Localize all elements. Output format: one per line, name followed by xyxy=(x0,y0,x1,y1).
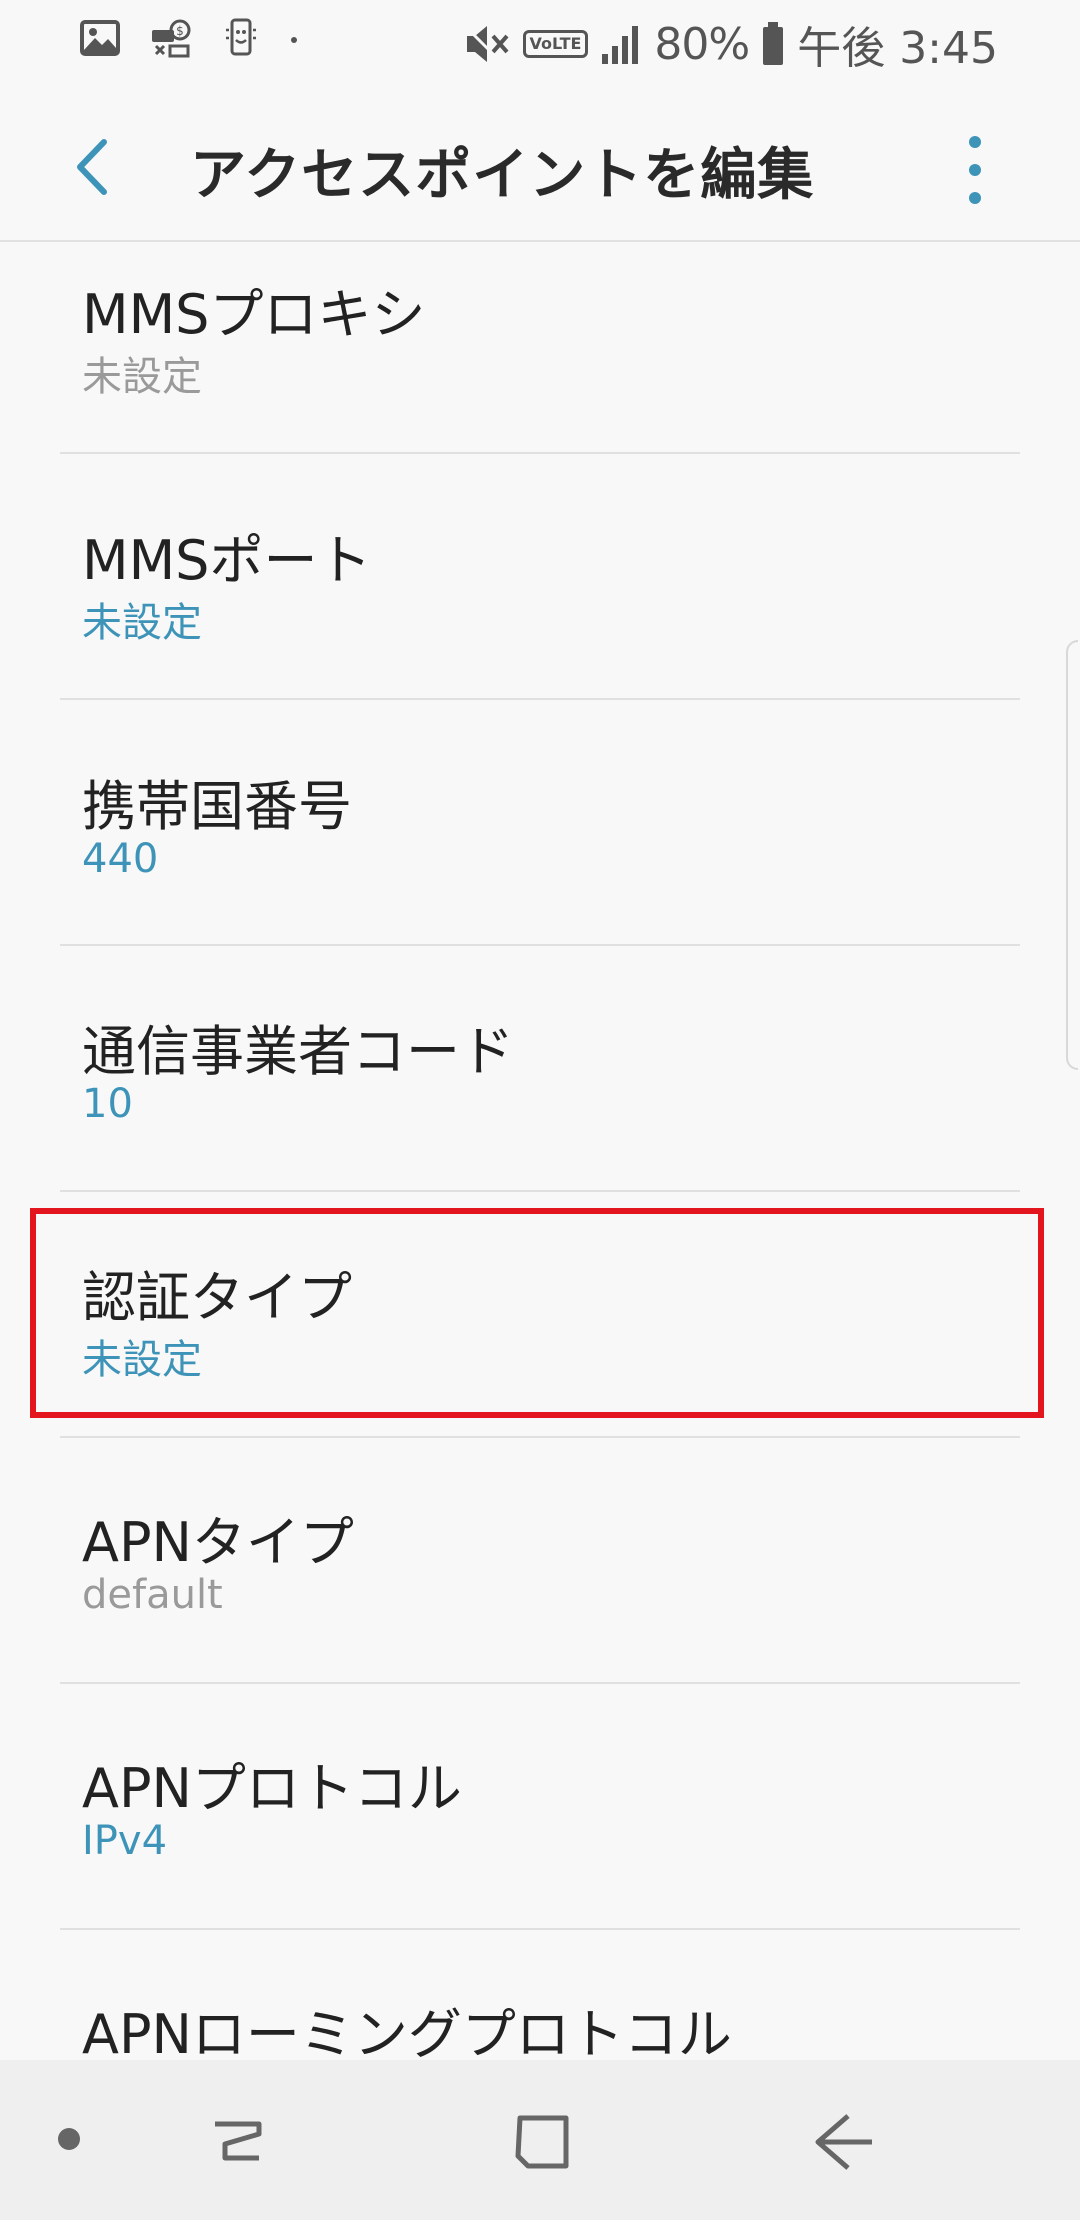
item-label: APNタイプ xyxy=(82,1511,354,1574)
vibrate-mute-icon xyxy=(463,24,509,66)
item-label: 携帯国番号 xyxy=(82,775,352,838)
phone-assist-icon xyxy=(226,18,256,56)
list-item-mms-proxy[interactable]: MMSプロキシ 未設定 xyxy=(0,242,1080,487)
list-item-apn-protocol[interactable]: APNプロトコル IPv4 xyxy=(0,1716,1080,1961)
status-bar: $ VoLTE 80% 午後 3:45 xyxy=(0,0,1080,90)
battery-percentage: 80% xyxy=(654,18,750,70)
back-arrow-icon[interactable] xyxy=(60,132,130,202)
divider xyxy=(60,1190,1020,1192)
item-value: 未設定 xyxy=(82,600,202,646)
navigation-bar xyxy=(0,2060,1080,2220)
highlight-box xyxy=(30,1208,1044,1418)
list-item-mcc[interactable]: 携帯国番号 440 xyxy=(0,734,1080,979)
item-label: 通信事業者コード xyxy=(82,1020,514,1083)
divider xyxy=(60,1682,1020,1684)
gallery-icon xyxy=(80,20,120,56)
list-item-mnc[interactable]: 通信事業者コード 10 xyxy=(0,979,1080,1224)
item-value: IPv4 xyxy=(82,1818,168,1864)
divider xyxy=(60,1436,1020,1438)
settings-list: MMSプロキシ 未設定 MMSポート 未設定 携帯国番号 440 通信事業者コー… xyxy=(0,242,1080,2060)
divider xyxy=(60,1928,1020,1930)
item-value: 440 xyxy=(82,836,159,882)
home-icon[interactable] xyxy=(510,2110,574,2174)
item-label: APNローミングプロトコル xyxy=(82,2003,732,2060)
more-notifications-dot-icon xyxy=(291,37,297,43)
page-title: アクセスポイントを編集 xyxy=(190,143,815,208)
item-value: 10 xyxy=(82,1081,133,1127)
svg-text:$: $ xyxy=(176,24,184,38)
item-label: MMSプロキシ xyxy=(82,283,426,346)
divider xyxy=(60,452,1020,454)
notification-icons: $ xyxy=(80,18,300,58)
clock: 午後 3:45 xyxy=(797,23,998,74)
volte-icon: VoLTE xyxy=(522,30,589,58)
scrollbar[interactable] xyxy=(1066,640,1078,1070)
system-status: VoLTE 80% 午後 3:45 xyxy=(463,14,998,74)
list-item-apn-roaming-protocol[interactable]: APNローミングプロトコル xyxy=(0,1962,1080,2060)
recent-apps-icon[interactable] xyxy=(205,2110,269,2174)
list-item-mms-port[interactable]: MMSポート 未設定 xyxy=(0,488,1080,733)
nav-dot-icon[interactable] xyxy=(58,2128,80,2150)
list-item-apn-type[interactable]: APNタイプ default xyxy=(0,1470,1080,1715)
item-label: APNプロトコル xyxy=(82,1757,462,1820)
money-message-icon: $ xyxy=(152,19,191,58)
divider xyxy=(60,944,1020,946)
item-value: 未設定 xyxy=(82,354,202,400)
signal-icon xyxy=(602,26,639,64)
more-options-icon[interactable] xyxy=(950,130,1000,210)
item-label: MMSポート xyxy=(82,529,372,592)
item-value: default xyxy=(82,1572,223,1618)
battery-icon xyxy=(763,22,784,65)
app-bar: アクセスポイントを編集 xyxy=(0,90,1080,242)
back-nav-icon[interactable] xyxy=(808,2110,878,2174)
divider xyxy=(60,698,1020,700)
